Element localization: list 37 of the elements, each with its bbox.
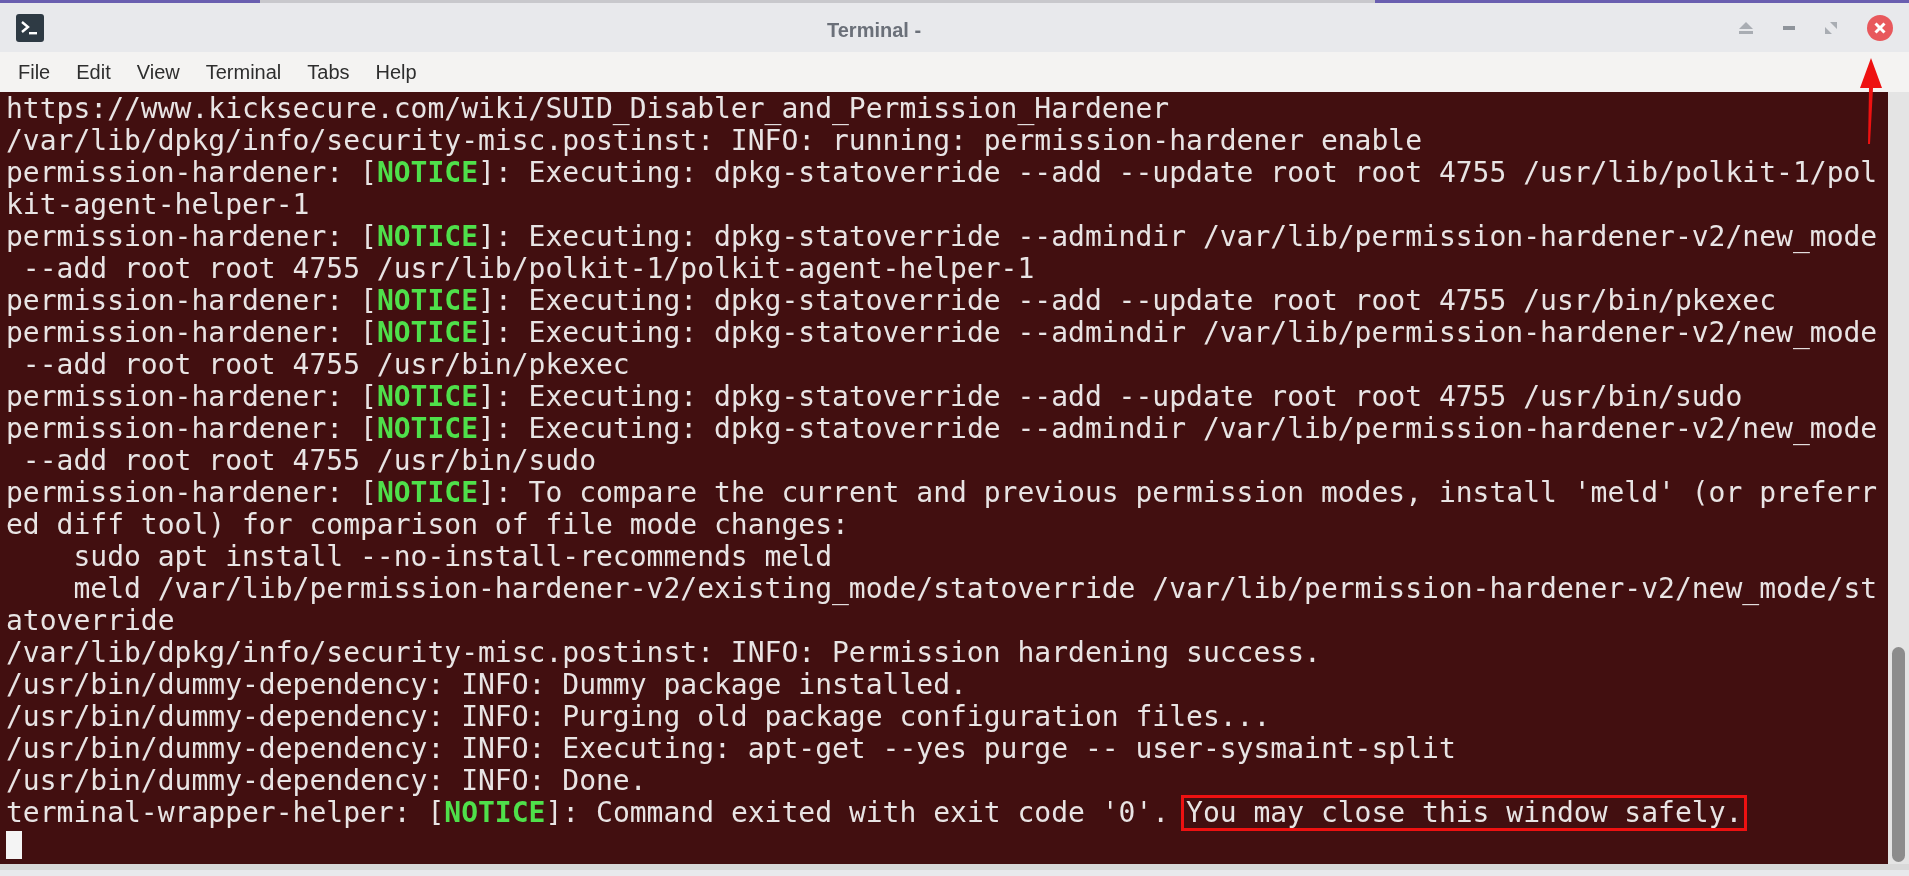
terminal-line: /usr/bin/dummy-dependency: INFO: Purging old package configuration files... xyxy=(6,701,1271,733)
terminal-line: /usr/bin/dummy-dependency: INFO: Done. xyxy=(6,765,647,797)
terminal-line: --add root root 4755 /usr/lib/polkit-1/polkit-agent-helper-1 xyxy=(21,253,1035,285)
maximize-icon[interactable] xyxy=(1825,21,1837,34)
terminal-line: atoverride xyxy=(6,605,175,637)
terminal-line: --add root root 4755 /usr/bin/pkexec xyxy=(21,349,630,381)
scrollbar[interactable] xyxy=(1888,92,1909,864)
terminal-line: /var/lib/dpkg/info/security-misc.postinst: INFO: Permission hardening success. xyxy=(6,637,1321,669)
menu-item[interactable]: Edit xyxy=(66,57,121,87)
shade-icon[interactable] xyxy=(1739,21,1753,34)
terminal-line: permission-hardener: [NOTICE]: To compare the current and previous permission modes, install 'meld' (or preferr xyxy=(6,477,1878,509)
terminal-line: kit-agent-helper-1 xyxy=(6,189,310,221)
terminal-line: meld /var/lib/permission-hardener-v2/existing_mode/statoverride /var/lib/permission-hardener-v2/new_mode/st xyxy=(72,573,1878,605)
terminal-line: /var/lib/dpkg/info/security-misc.postinst: INFO: running: permission-hardener enable xyxy=(6,125,1423,157)
close-icon[interactable] xyxy=(1867,14,1893,41)
menu-item[interactable]: Tabs xyxy=(297,57,360,87)
menu-item[interactable]: View xyxy=(126,57,190,87)
terminal-line: permission-hardener: [NOTICE]: Executing: dpkg-statoverride --admindir /var/lib/permission-hardener-v2/new_mode xyxy=(6,413,1878,445)
menu-item[interactable]: File xyxy=(8,57,61,87)
terminal-line: https://www.kicksecure.com/wiki/SUID_Disabler_and_Permission_Hardener xyxy=(6,93,1170,125)
highlighted-text: You may close this window safely. xyxy=(1183,797,1746,829)
terminal-line: /usr/bin/dummy-dependency: INFO: Executing: apt-get --yes purge -- user-sysmaint-split xyxy=(6,733,1456,765)
terminal-line: /usr/bin/dummy-dependency: INFO: Dummy package installed. xyxy=(6,669,967,701)
menu-item[interactable]: Terminal xyxy=(195,57,292,87)
terminal-line: permission-hardener: [NOTICE]: Executing: dpkg-statoverride --add --update root root 4755 /usr/bin/sudo xyxy=(6,381,1743,413)
terminal-line: permission-hardener: [NOTICE]: Executing: dpkg-statoverride --add --update root root 4755 /usr/bin/pkexec xyxy=(6,285,1777,317)
terminal-line: permission-hardener: [NOTICE]: Executing: dpkg-statoverride --admindir /var/lib/permission-hardener-v2/new_mode xyxy=(6,221,1878,253)
minimize-icon[interactable] xyxy=(1783,25,1795,30)
terminal-line: --add root root 4755 /usr/bin/sudo xyxy=(21,445,596,477)
terminal-line: permission-hardener: [NOTICE]: Executing: dpkg-statoverride --admindir /var/lib/permission-hardener-v2/new_mode xyxy=(6,317,1878,349)
menu-item[interactable]: Help xyxy=(365,57,427,87)
terminal-line: terminal-wrapper-helper: [NOTICE]: Command exited with exit code '0'. xyxy=(6,797,1171,829)
window-title: Terminal - xyxy=(827,18,922,43)
terminal-icon xyxy=(16,13,44,42)
terminal-line: sudo apt install --no-install-recommends meld xyxy=(72,541,832,573)
terminal-line: permission-hardener: [NOTICE]: Executing: dpkg-statoverride --add --update root root 4755 /usr/lib/polkit-1/pol xyxy=(6,157,1878,189)
terminal-line: ed diff tool) for comparison of file mode changes: xyxy=(6,509,849,541)
